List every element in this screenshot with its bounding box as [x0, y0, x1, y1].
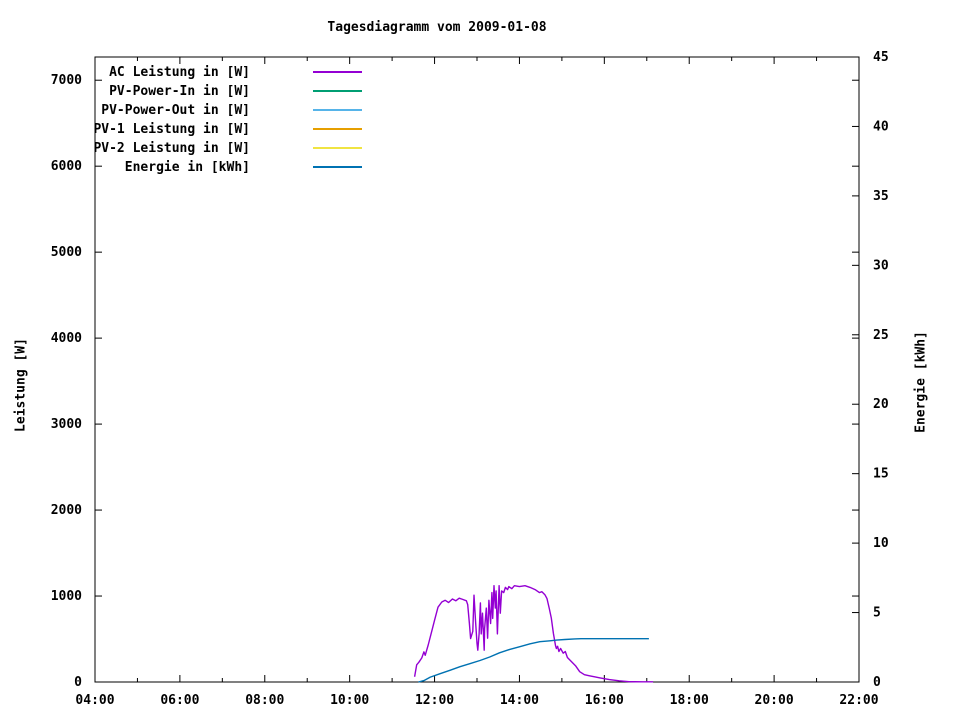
y-right-tick-label: 35 [873, 189, 889, 204]
x-tick-label: 20:00 [755, 693, 794, 708]
y-left-tick-label: 0 [74, 675, 82, 690]
x-tick-label: 04:00 [75, 693, 114, 708]
legend-label: PV-1 Leistung in [W] [93, 122, 250, 137]
series-left [413, 585, 654, 683]
y-right-tick-label: 0 [873, 675, 881, 690]
legend-label: Energie in [kWh] [125, 160, 250, 175]
y-right-tick-label: 5 [873, 606, 881, 621]
y-left-tick-label: 6000 [51, 159, 82, 174]
legend-label: PV-Power-In in [W] [109, 84, 250, 99]
y-right-tick-label: 10 [873, 536, 889, 551]
y-right-tick-label: 40 [873, 119, 889, 134]
x-tick-label: 06:00 [160, 693, 199, 708]
x-tick-label: 22:00 [839, 693, 878, 708]
legend-entry: PV-1 Leistung in [W] [93, 122, 362, 137]
y-left-tick-label: 1000 [51, 589, 82, 604]
x-tick-label: 18:00 [670, 693, 709, 708]
x-tick-label: 16:00 [585, 693, 624, 708]
y-left-tick-label: 4000 [51, 331, 82, 346]
legend-label: PV-2 Leistung in [W] [93, 141, 250, 156]
y-left-tick-label: 5000 [51, 245, 82, 260]
x-tick-label: 14:00 [500, 693, 539, 708]
plot-canvas: 04:00 06:00 08:00 10:00 12:00 14:00 16:00 18:00… [51, 50, 889, 708]
x-tick-label: 08:00 [245, 693, 284, 708]
legend-entry: AC Leistung in [W] [109, 65, 362, 80]
y-left-tick-label: 2000 [51, 503, 82, 518]
legend: AC Leistung in [W] PV-Power-In in [W] PV-P… [93, 65, 362, 175]
y-right-tick-label: 25 [873, 328, 889, 343]
y-left-tick-label: 7000 [51, 73, 82, 88]
y-right-tick-label: 15 [873, 467, 889, 482]
y-right-tick-label: 30 [873, 258, 889, 273]
legend-entry: PV-Power-In in [W] [109, 84, 362, 99]
y-right-tick-label: 45 [873, 50, 889, 65]
legend-entry: Energie in [kWh] [125, 160, 362, 175]
legend-entry: PV-Power-Out in [W] [101, 103, 362, 118]
y-right-ticks: 0 5 10 15 20 25 30 35 40 45 [852, 50, 889, 690]
y-right-tick-label: 20 [873, 397, 889, 412]
series-right [418, 638, 649, 683]
x-axis-tick-labels: 04:00 06:00 08:00 10:00 12:00 14:00 16:00 18:00… [75, 693, 878, 708]
gnuplot-daily-diagram: Tagesdiagramm vom 2009-01-08 Leistung [W… [0, 0, 960, 720]
y-left-tick-label: 3000 [51, 417, 82, 432]
x-tick-label: 10:00 [330, 693, 369, 708]
x-tick-label: 12:00 [415, 693, 454, 708]
legend-label: PV-Power-Out in [W] [101, 103, 250, 118]
series-lines [413, 585, 654, 683]
legend-label: AC Leistung in [W] [109, 65, 250, 80]
legend-entry: PV-2 Leistung in [W] [93, 141, 362, 156]
